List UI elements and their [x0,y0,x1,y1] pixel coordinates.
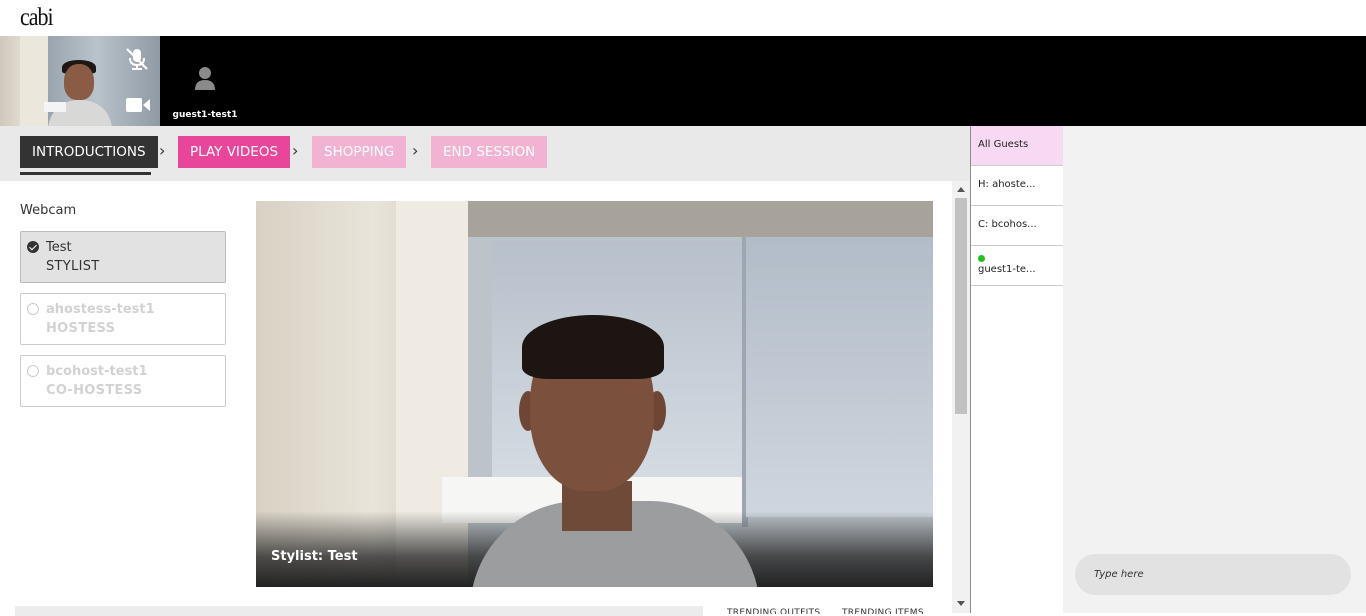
session-steps-bar: INTRODUCTIONS › PLAY VIDEOS › SHOPPING ›… [0,126,970,181]
webcam-option-stylist[interactable]: Test STYLIST [20,231,226,283]
camera-icon[interactable] [125,96,151,114]
step-end-session[interactable]: END SESSION [431,136,548,168]
chevron-right-icon: › [292,141,299,160]
participant-strip: guest1-test1 [0,36,1366,126]
webcam-label: Webcam [20,203,77,218]
top-bar: cabi [0,0,1366,36]
webcam-option-role: STYLIST [46,259,100,274]
cabi-logo: cabi [20,2,54,31]
guest-item-label: guest1-te... [978,264,1036,275]
guest-item-co-hostess[interactable]: C: bcohos... [971,206,1063,246]
step-shopping[interactable]: SHOPPING [312,136,407,168]
guest-item-guest1[interactable]: guest1-te... [971,246,1063,286]
video-caption: Stylist: Test [271,549,358,564]
self-video-laptop [44,102,66,112]
self-video-tile [0,36,160,126]
guest-tile[interactable]: guest1-test1 [170,36,240,126]
webcam-option-role: HOSTESS [46,321,116,336]
main-scrollbar[interactable] [952,181,970,613]
webcam-option-name: ahostess-test1 [46,302,155,317]
step-play-videos[interactable]: PLAY VIDEOS [178,136,291,168]
main-video: Stylist: Test [256,201,933,587]
self-video-face [64,64,94,100]
bottom-search-bar[interactable] [15,606,703,616]
active-step-underline [20,172,151,175]
webcam-option-hostess[interactable]: ahostess-test1 HOSTESS [20,293,226,345]
guest-item-label: C: bcohos... [978,219,1037,230]
video-ceiling [468,201,933,237]
radio-unchecked-icon[interactable] [27,303,39,315]
chevron-right-icon: › [159,141,166,160]
radio-checked-icon[interactable] [27,241,39,253]
guest-item-label: H: ahoste... [978,179,1036,190]
chevron-right-icon: › [412,141,419,160]
guest-item-hostess[interactable]: H: ahoste... [971,166,1063,206]
scroll-up-icon[interactable] [957,187,965,192]
video-window-blind [746,237,933,517]
radio-unchecked-icon[interactable] [27,365,39,377]
main-panel: Webcam Test STYLIST ahostess-test1 HOSTE… [0,181,952,613]
chat-input[interactable] [1075,554,1351,595]
webcam-option-name: bcohost-test1 [46,364,148,379]
guest-list: All Guests H: ahoste... C: bcohos... gue… [970,126,1063,613]
chat-panel [1063,126,1366,613]
webcam-option-co-hostess[interactable]: bcohost-test1 CO-HOSTESS [20,355,226,407]
guest-name: guest1-test1 [172,110,238,120]
mic-off-icon[interactable] [124,46,150,72]
webcam-option-name: Test [46,240,72,255]
scroll-down-icon[interactable] [957,601,965,606]
webcam-option-role: CO-HOSTESS [46,383,143,398]
guest-item-all[interactable]: All Guests [971,126,1063,166]
online-status-icon [978,255,985,262]
video-person-hair [522,315,664,379]
scrollbar-thumb[interactable] [955,198,967,414]
self-video-wall [20,36,48,126]
guest-avatar-icon [195,67,215,90]
guest-item-label: All Guests [978,139,1029,150]
step-introductions[interactable]: INTRODUCTIONS [20,136,158,168]
